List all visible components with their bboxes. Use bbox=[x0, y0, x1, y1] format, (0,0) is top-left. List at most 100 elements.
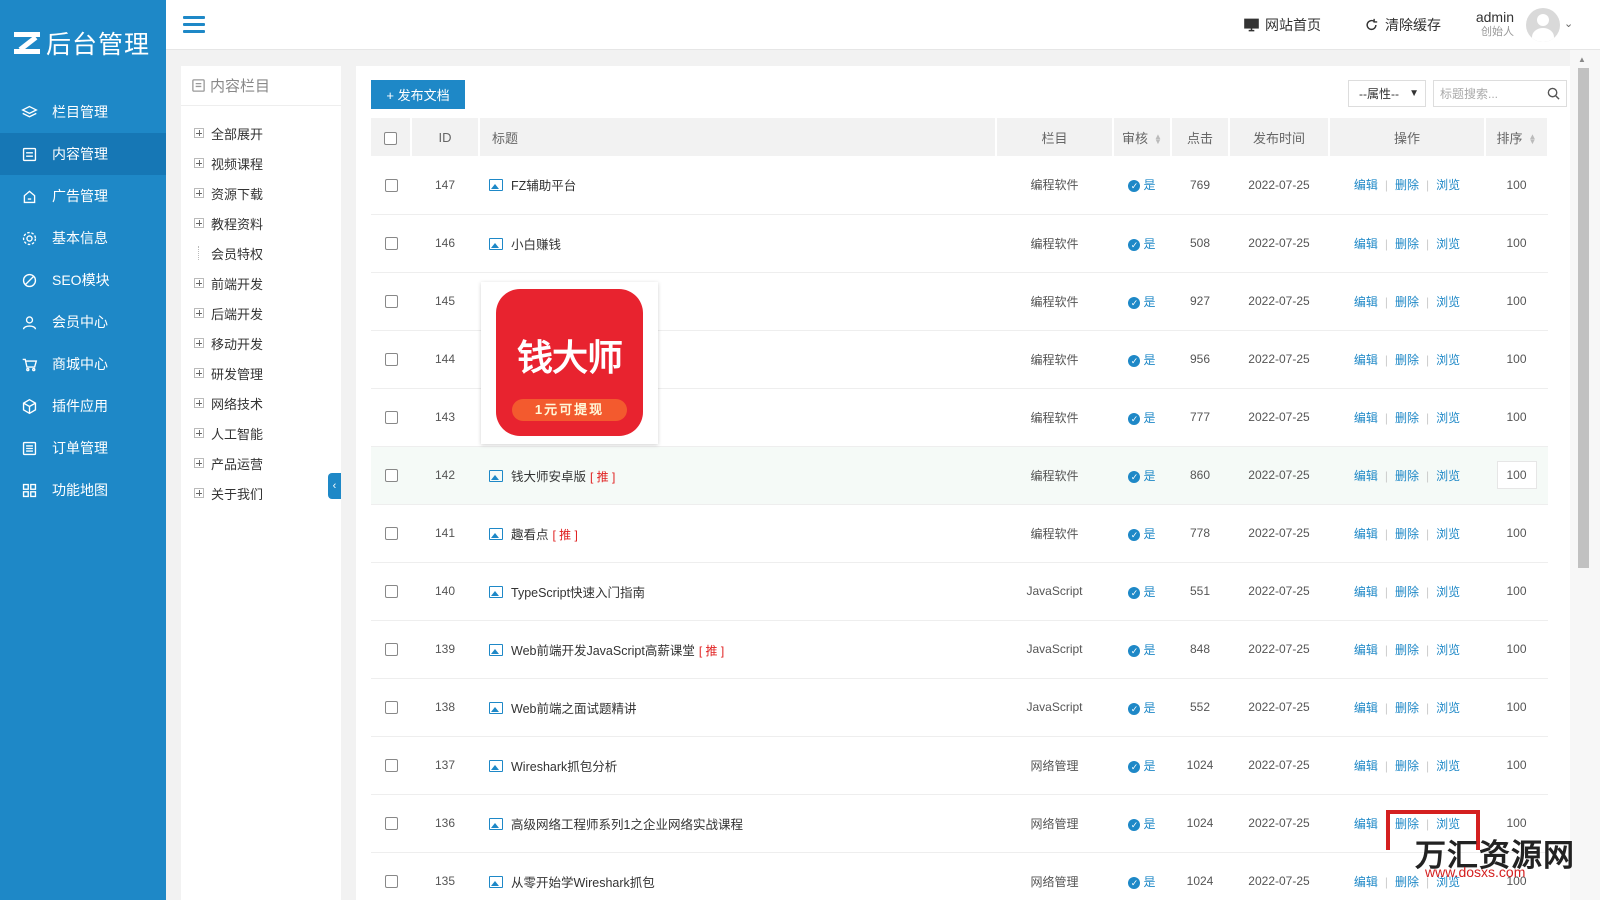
image-icon[interactable] bbox=[489, 701, 503, 714]
tree-item[interactable]: 资源下载 bbox=[181, 178, 341, 208]
edit-link[interactable]: 编辑 bbox=[1354, 527, 1378, 541]
sidebar-item-ads[interactable]: 广告管理 bbox=[0, 175, 166, 217]
delete-link[interactable]: 删除 bbox=[1395, 701, 1419, 715]
view-link[interactable]: 浏览 bbox=[1436, 701, 1460, 715]
row-title[interactable]: 小白赚钱 bbox=[511, 238, 561, 252]
edit-link[interactable]: 编辑 bbox=[1354, 701, 1378, 715]
row-checkbox[interactable] bbox=[384, 643, 398, 657]
sidebar-item-seo[interactable]: SEO模块 bbox=[0, 259, 166, 301]
row-title[interactable]: 趣看点 bbox=[511, 528, 549, 542]
row-checkbox[interactable] bbox=[384, 759, 398, 773]
tree-item[interactable]: 全部展开 bbox=[181, 118, 341, 148]
image-icon[interactable] bbox=[489, 527, 503, 540]
delete-link[interactable]: 删除 bbox=[1395, 759, 1419, 773]
tree-item[interactable]: 前端开发 bbox=[181, 268, 341, 298]
delete-link[interactable]: 删除 bbox=[1395, 295, 1419, 309]
row-audit[interactable]: ✓ 是 bbox=[1113, 736, 1171, 795]
sidebar-item-content[interactable]: 内容管理 bbox=[0, 133, 166, 175]
image-icon[interactable] bbox=[489, 643, 503, 656]
expand-icon[interactable] bbox=[194, 488, 204, 498]
row-checkbox[interactable] bbox=[384, 237, 398, 251]
expand-icon[interactable] bbox=[194, 188, 204, 198]
row-audit[interactable]: ✓ 是 bbox=[1113, 388, 1171, 447]
sort-value[interactable]: 100 bbox=[1497, 642, 1537, 656]
sidebar-item-plugins[interactable]: 插件应用 bbox=[0, 385, 166, 427]
user-info[interactable]: admin 创始人 bbox=[1468, 9, 1514, 39]
delete-link[interactable]: 删除 bbox=[1395, 411, 1419, 425]
edit-link[interactable]: 编辑 bbox=[1354, 411, 1378, 425]
expand-icon[interactable] bbox=[194, 278, 204, 288]
delete-link[interactable]: 删除 bbox=[1395, 469, 1419, 483]
row-audit[interactable]: ✓ 是 bbox=[1113, 156, 1171, 215]
sidebar-item-orders[interactable]: 订单管理 bbox=[0, 427, 166, 469]
collapse-panel-button[interactable]: ‹ bbox=[328, 473, 341, 499]
row-audit[interactable]: ✓ 是 bbox=[1113, 852, 1171, 900]
edit-link[interactable]: 编辑 bbox=[1354, 817, 1378, 831]
edit-link[interactable]: 编辑 bbox=[1354, 295, 1378, 309]
image-icon[interactable] bbox=[489, 759, 503, 772]
sidebar-item-columns[interactable]: 栏目管理 bbox=[0, 91, 166, 133]
view-link[interactable]: 浏览 bbox=[1436, 178, 1460, 192]
expand-icon[interactable] bbox=[194, 458, 204, 468]
page-scrollbar[interactable]: ▲ bbox=[1570, 50, 1600, 900]
search-input[interactable] bbox=[1434, 81, 1544, 106]
edit-link[interactable]: 编辑 bbox=[1354, 469, 1378, 483]
tree-item[interactable]: 会员特权 bbox=[181, 238, 341, 268]
avatar[interactable] bbox=[1526, 8, 1560, 42]
row-checkbox[interactable] bbox=[384, 585, 398, 599]
expand-icon[interactable] bbox=[194, 128, 204, 138]
row-checkbox[interactable] bbox=[384, 701, 398, 715]
row-title[interactable]: 高级网络工程师系列1之企业网络实战课程 bbox=[511, 818, 743, 832]
sort-value[interactable]: 100 bbox=[1497, 178, 1537, 192]
image-icon[interactable] bbox=[489, 875, 503, 888]
sidebar-item-members[interactable]: 会员中心 bbox=[0, 301, 166, 343]
tree-item[interactable]: 视频课程 bbox=[181, 148, 341, 178]
row-title[interactable]: FZ辅助平台 bbox=[511, 179, 576, 193]
image-icon[interactable] bbox=[489, 237, 503, 250]
edit-link[interactable]: 编辑 bbox=[1354, 237, 1378, 251]
tree-item[interactable]: 网络技术 bbox=[181, 388, 341, 418]
tree-item[interactable]: 研发管理 bbox=[181, 358, 341, 388]
row-audit[interactable]: ✓ 是 bbox=[1113, 620, 1171, 679]
sort-value[interactable]: 100 bbox=[1497, 352, 1537, 366]
row-checkbox[interactable] bbox=[384, 353, 398, 367]
expand-icon[interactable] bbox=[194, 368, 204, 378]
edit-link[interactable]: 编辑 bbox=[1354, 759, 1378, 773]
edit-link[interactable]: 编辑 bbox=[1354, 585, 1378, 599]
expand-icon[interactable] bbox=[194, 398, 204, 408]
view-link[interactable]: 浏览 bbox=[1436, 411, 1460, 425]
publish-button[interactable]: + 发布文档 bbox=[371, 80, 465, 109]
site-home-link[interactable]: 网站首页 bbox=[1244, 15, 1321, 35]
row-audit[interactable]: ✓ 是 bbox=[1113, 446, 1171, 505]
scroll-thumb[interactable] bbox=[1578, 68, 1589, 568]
row-checkbox[interactable] bbox=[384, 411, 398, 425]
row-title[interactable]: 钱大师安卓版 bbox=[511, 470, 586, 484]
row-title[interactable]: 从零开始学Wireshark抓包 bbox=[511, 876, 655, 890]
tree-item[interactable]: 移动开发 bbox=[181, 328, 341, 358]
view-link[interactable]: 浏览 bbox=[1436, 237, 1460, 251]
delete-link[interactable]: 删除 bbox=[1395, 585, 1419, 599]
sidebar-item-shop[interactable]: 商城中心 bbox=[0, 343, 166, 385]
view-link[interactable]: 浏览 bbox=[1436, 527, 1460, 541]
row-audit[interactable]: ✓ 是 bbox=[1113, 214, 1171, 273]
tree-item[interactable]: 人工智能 bbox=[181, 418, 341, 448]
sort-value[interactable]: 100 bbox=[1497, 584, 1537, 598]
sidebar-item-basic-info[interactable]: 基本信息 bbox=[0, 217, 166, 259]
row-checkbox[interactable] bbox=[384, 178, 398, 192]
view-link[interactable]: 浏览 bbox=[1436, 353, 1460, 367]
row-checkbox[interactable] bbox=[384, 817, 398, 831]
expand-icon[interactable] bbox=[194, 308, 204, 318]
row-checkbox[interactable] bbox=[384, 469, 398, 483]
header-audit[interactable]: 审核 ▲ ▼ bbox=[1113, 118, 1172, 156]
row-audit[interactable]: ✓ 是 bbox=[1113, 330, 1171, 389]
edit-link[interactable]: 编辑 bbox=[1354, 353, 1378, 367]
view-link[interactable]: 浏览 bbox=[1436, 295, 1460, 309]
search-icon[interactable] bbox=[1547, 87, 1560, 100]
delete-link[interactable]: 删除 bbox=[1395, 353, 1419, 367]
row-checkbox[interactable] bbox=[384, 527, 398, 541]
row-audit[interactable]: ✓ 是 bbox=[1113, 504, 1171, 563]
sort-value[interactable]: 100 bbox=[1497, 700, 1537, 714]
clear-cache-link[interactable]: 清除缓存 bbox=[1364, 15, 1441, 35]
expand-icon[interactable] bbox=[194, 338, 204, 348]
expand-icon[interactable] bbox=[194, 428, 204, 438]
